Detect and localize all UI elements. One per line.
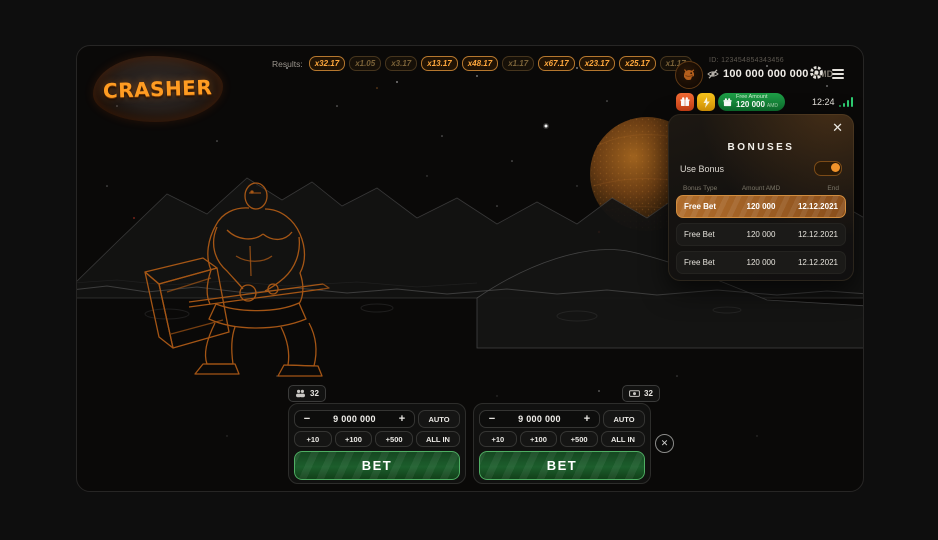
toggle-knob <box>831 163 840 172</box>
use-bonus-label: Use Bonus <box>680 164 724 174</box>
quick-add-10-button[interactable]: +10 <box>479 431 517 447</box>
bonus-table: Free Bet 120 000 12.12.2021 Free Bet 120… <box>676 195 846 279</box>
bet-panel-2: − 9 000 000 + AUTO +10 +100 +500 ALL IN … <box>473 403 651 484</box>
players-icon <box>295 389 306 398</box>
avatar[interactable] <box>675 61 703 89</box>
result-badge: x67.17 <box>538 56 574 71</box>
bet-button[interactable]: BET <box>294 451 460 480</box>
eye-off-icon[interactable] <box>707 69 719 79</box>
quick-add-500-button[interactable]: +500 <box>560 431 598 447</box>
close-icon[interactable]: ✕ <box>832 121 843 134</box>
bets-count: 32 <box>644 389 653 398</box>
result-badge: x48.17 <box>462 56 498 71</box>
gear-icon <box>809 65 824 80</box>
boost-badge[interactable] <box>697 93 715 111</box>
all-in-button[interactable]: ALL IN <box>416 431 460 447</box>
decrease-button[interactable]: − <box>487 414 497 425</box>
bonuses-title: BONUSES <box>668 142 854 153</box>
auto-button[interactable]: AUTO <box>603 410 645 428</box>
bonus-end: 12.12.2021 <box>787 230 838 239</box>
quick-add-500-button[interactable]: +500 <box>375 431 413 447</box>
bonus-row[interactable]: Free Bet 120 000 12.12.2021 <box>676 223 846 246</box>
result-badge: x3.17 <box>385 56 417 71</box>
bonus-amount: 120 000 <box>735 230 786 239</box>
quick-add-100-button[interactable]: +100 <box>520 431 558 447</box>
free-amount-value: 120 000 <box>736 101 765 109</box>
gift-icon <box>723 98 732 107</box>
results-history: Results: x32.17 x1.05 x3.17 x13.17 x48.1… <box>272 56 692 71</box>
all-in-button[interactable]: ALL IN <box>601 431 645 447</box>
bonus-amount: 120 000 <box>735 202 786 211</box>
connection-signal-icon <box>839 97 853 107</box>
crasher-logo: CRASHER <box>93 56 223 122</box>
free-amount-currency: AMD <box>767 104 778 109</box>
menu-button[interactable] <box>831 68 845 80</box>
amount-stepper: − 9 000 000 + <box>479 410 600 428</box>
increase-button[interactable]: + <box>582 414 592 425</box>
amount-stepper: − 9 000 000 + <box>294 410 415 428</box>
auto-button[interactable]: AUTO <box>418 410 460 428</box>
bonus-type: Free Bet <box>684 202 735 211</box>
balance-value: 100 000 000 000 <box>723 68 809 80</box>
bet-button[interactable]: BET <box>479 451 645 480</box>
game-window: CRASHER Results: x32.17 x1.05 x3.17 x13.… <box>76 45 864 492</box>
bonus-amount: 120 000 <box>735 258 786 267</box>
bonus-table-header: Bonus Type Amount AMD End <box>683 185 839 192</box>
quick-add-10-button[interactable]: +10 <box>294 431 332 447</box>
increase-button[interactable]: + <box>397 414 407 425</box>
remove-panel-button[interactable]: ✕ <box>655 434 674 453</box>
column-amount: Amount AMD <box>735 185 787 192</box>
bonus-row[interactable]: Free Bet 120 000 12.12.2021 <box>676 251 846 274</box>
bet-panel-1: − 9 000 000 + AUTO +10 +100 +500 ALL IN … <box>288 403 466 484</box>
result-badge: x13.17 <box>421 56 457 71</box>
logo-text: CRASHER <box>103 75 213 103</box>
gift-bonus-badge[interactable] <box>676 93 694 111</box>
players-count-pill: 32 <box>288 385 326 402</box>
free-amount-text: Free Amount 120 000 AMD <box>736 95 778 110</box>
bonuses-panel: ✕ BONUSES Use Bonus Bonus Type Amount AM… <box>668 114 854 281</box>
money-icon <box>629 389 640 398</box>
free-amount-badge[interactable]: Free Amount 120 000 AMD <box>718 93 785 111</box>
result-badge: x23.17 <box>579 56 615 71</box>
bonus-type: Free Bet <box>684 230 735 239</box>
bonus-end: 12.12.2021 <box>787 202 838 211</box>
avatar-face-icon <box>681 67 697 83</box>
result-badge: x25.17 <box>619 56 655 71</box>
gift-icon <box>680 97 690 107</box>
lightning-icon <box>702 97 711 108</box>
use-bonus-row: Use Bonus <box>680 161 842 176</box>
bonus-row-selected[interactable]: Free Bet 120 000 12.12.2021 <box>676 195 846 218</box>
column-end: End <box>787 185 839 192</box>
column-bonus-type: Bonus Type <box>683 185 735 192</box>
bet-amount-value[interactable]: 9 000 000 <box>312 414 397 424</box>
results-label: Results: <box>272 59 303 69</box>
use-bonus-toggle[interactable] <box>814 161 842 176</box>
bonus-end: 12.12.2021 <box>787 258 838 267</box>
result-badge: x32.17 <box>309 56 345 71</box>
hamburger-icon <box>832 69 844 79</box>
quick-add-100-button[interactable]: +100 <box>335 431 373 447</box>
result-badge: x1.05 <box>349 56 381 71</box>
bet-amount-value[interactable]: 9 000 000 <box>497 414 582 424</box>
result-badge: x1.17 <box>502 56 534 71</box>
account-id: ID: 123454854343456 <box>709 57 784 64</box>
settings-button[interactable] <box>809 65 824 80</box>
bets-count-pill: 32 <box>622 385 660 402</box>
bonus-type: Free Bet <box>684 258 735 267</box>
players-count: 32 <box>310 389 319 398</box>
clock: 12:24 <box>812 97 835 107</box>
decrease-button[interactable]: − <box>302 414 312 425</box>
